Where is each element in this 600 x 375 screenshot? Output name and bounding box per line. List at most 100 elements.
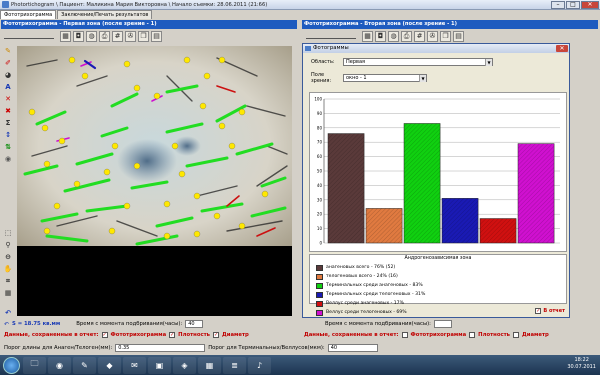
taskbar-app-icon[interactable]: ◉ — [48, 356, 71, 374]
window-titlebar: Photortichogram \ Пациент: Маликина Мари… — [0, 0, 600, 10]
chart-bar-hatch — [442, 198, 479, 243]
camera-button[interactable]: ◘ — [73, 30, 84, 42]
right-density-checkbox[interactable] — [469, 332, 476, 338]
target-button-right[interactable]: ✇ — [427, 30, 438, 42]
photo-checkbox[interactable]: ✓ — [101, 332, 108, 338]
photogram-dialog: Фотограммы ✕ Область: Первая ▼ Поле зрен… — [302, 43, 570, 318]
tab-photo[interactable]: Фототрихограмма — [0, 10, 57, 19]
report-checkbox[interactable]: ✓ — [535, 308, 542, 314]
right-time-input[interactable] — [433, 320, 452, 328]
time-input[interactable]: 40 — [185, 320, 204, 328]
select-icon[interactable]: ⬚ — [3, 228, 13, 238]
brush-icon[interactable]: ✐ — [3, 58, 13, 68]
layers-button-right[interactable]: ▤ — [453, 30, 464, 42]
legend-item: анагеновых всего - 76% (52) — [310, 263, 566, 272]
right-density-check-label: Плотность — [478, 332, 511, 338]
legend-swatch — [316, 282, 323, 289]
taskbar-app-icon[interactable]: ♪ — [248, 356, 271, 374]
eye-icon[interactable]: ◉ — [3, 154, 13, 164]
dialog-close-button[interactable]: ✕ — [556, 45, 568, 52]
legend-swatch — [316, 273, 323, 280]
legend-item: Веллус среди телогеновых - 69% — [310, 308, 566, 317]
window-title: Photortichogram \ Пациент: Маликина Мари… — [11, 1, 268, 8]
copy-button[interactable]: ❐ — [138, 30, 149, 42]
scale-ruler — [4, 33, 54, 39]
system-tray: 18:22 30.07.2011 — [567, 357, 596, 371]
right-photo-checkbox[interactable] — [401, 332, 408, 338]
layers-button[interactable]: ▤ — [151, 30, 162, 42]
taskbar-app-icon[interactable]: ◈ — [173, 356, 196, 374]
roll-button-right[interactable]: ◍ — [388, 30, 399, 42]
area-label: Область: — [311, 59, 335, 65]
minimize-button[interactable]: – — [551, 1, 565, 9]
right-toolbar: ▦ ◘ ◍ ⎙ # ✇ ❐ ▤ — [306, 29, 464, 43]
right-saved-row: Данные, сохраненные в отчет: Фототрихогр… — [304, 332, 549, 338]
y-tick-label: 50 — [317, 169, 323, 174]
dialog-title: Фотограммы — [313, 45, 349, 51]
density-checkbox[interactable]: ✓ — [169, 332, 176, 338]
taskbar-app-icon[interactable]: 🗀 — [23, 356, 46, 374]
pencil-icon[interactable]: ✎ — [3, 46, 13, 56]
right-diameter-check-label: Диаметр — [522, 332, 549, 338]
undo-icon[interactable]: ↶ — [3, 308, 13, 318]
y-tick-label: 20 — [317, 212, 323, 217]
maximize-button[interactable]: □ — [566, 1, 580, 9]
copy-button-right[interactable]: ❐ — [440, 30, 451, 42]
trichogram-image[interactable] — [17, 46, 292, 316]
field-label: Поле зрения: — [311, 72, 332, 84]
taskbar-app-icon[interactable]: ▦ — [198, 356, 221, 374]
chart-bar-hatch — [480, 218, 517, 243]
grid-button[interactable]: # — [112, 30, 123, 42]
threshold-input[interactable]: 0.35 — [115, 344, 206, 352]
roll-button[interactable]: ◍ — [86, 30, 97, 42]
print-button[interactable]: ⎙ — [99, 30, 110, 42]
image-button[interactable]: ▦ — [60, 30, 71, 42]
target-button[interactable]: ✇ — [125, 30, 136, 42]
taskbar-app-icon[interactable]: ✉ — [123, 356, 146, 374]
threshold2-label: Порог для Терминальных/Веллусов(мкм): — [208, 345, 325, 351]
diameter-checkbox[interactable]: ✓ — [213, 332, 220, 338]
legend-label: Веллус среди телогеновых - 69% — [326, 310, 407, 315]
sum-icon[interactable]: Σ — [3, 118, 13, 128]
hand-icon[interactable]: ✋ — [3, 264, 13, 274]
chart-bar-hatch — [518, 143, 555, 243]
zoom-icon[interactable]: ⚲ — [3, 240, 13, 250]
y-tick-label: 90 — [317, 111, 323, 116]
grid-button-right[interactable]: # — [414, 30, 425, 42]
right-diameter-checkbox[interactable] — [513, 332, 520, 338]
close-button[interactable]: ✕ — [581, 1, 599, 9]
legend-label: анагеновых всего - 76% (52) — [326, 265, 396, 270]
area-value: Первая — [346, 59, 366, 65]
start-button[interactable] — [3, 356, 20, 374]
sort-icon[interactable]: ⇅ — [3, 142, 13, 152]
undo-small-icon[interactable]: ↶ — [4, 321, 9, 328]
scale-label: S = 18.75 кв.мм — [12, 321, 61, 327]
measure-icon[interactable]: ↕ — [3, 130, 13, 140]
camera-button-right[interactable]: ◘ — [375, 30, 386, 42]
threshold2-input[interactable]: 40 — [327, 344, 378, 352]
legend-swatch — [316, 264, 323, 271]
image-button-right[interactable]: ▦ — [362, 30, 373, 42]
legend-swatch — [316, 291, 323, 298]
remove-all-icon[interactable]: ✖ — [3, 106, 13, 116]
taskbar-app-icon[interactable]: ▣ — [148, 356, 171, 374]
text-tool-icon[interactable]: A — [3, 82, 13, 92]
area-select[interactable]: Первая ▼ — [343, 58, 493, 66]
dialog-icon — [305, 46, 311, 51]
taskbar-app-icon[interactable]: ✎ — [73, 356, 96, 374]
bar-chart-svg: 0 10 20 30 40 50 60 70 80 90 100 — [314, 97, 560, 246]
crop-icon[interactable]: ⌗ — [3, 276, 13, 286]
field-select[interactable]: окно - 1 ▼ — [343, 74, 427, 82]
palette-icon[interactable]: ◕ — [3, 70, 13, 80]
tab-report[interactable]: Заключение/Печать результатов — [57, 10, 153, 19]
print-button-right[interactable]: ⎙ — [401, 30, 412, 42]
time-label: Время с момента подбривания(часы): — [76, 321, 183, 327]
delete-icon[interactable]: ✕ — [3, 94, 13, 104]
taskbar-app-icon[interactable]: ◆ — [98, 356, 121, 374]
taskbar-app-icon[interactable]: ≣ — [223, 356, 246, 374]
grid-icon[interactable]: ▦ — [3, 288, 13, 298]
legend-label: Веллус среди анагеновых - 17% — [326, 301, 404, 306]
y-tick-label: 70 — [317, 140, 323, 145]
zoom-out-icon[interactable]: ⊖ — [3, 252, 13, 262]
legend-label: телогеновых всего - 24% (16) — [326, 274, 398, 279]
